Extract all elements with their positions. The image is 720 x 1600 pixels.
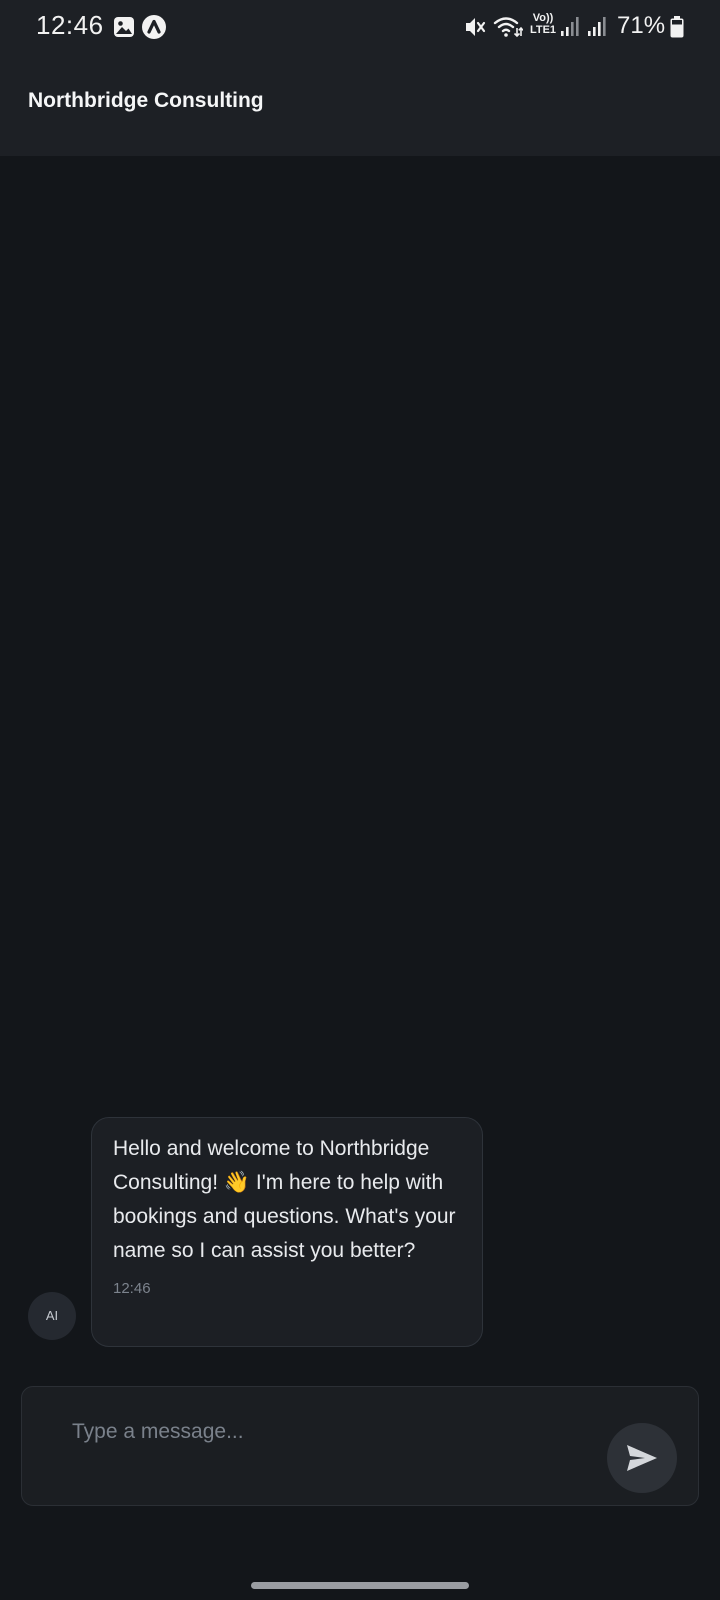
ai-avatar: AI xyxy=(28,1292,76,1340)
message-timestamp: 12:46 xyxy=(113,1280,151,1297)
home-indicator[interactable] xyxy=(251,1582,469,1589)
app-badge-icon xyxy=(142,15,166,39)
message-composer xyxy=(21,1386,699,1506)
message-text: Hello and welcome to Northbridge Consult… xyxy=(113,1137,456,1262)
status-bar: 12:46 Vo)) LTE1 71% xyxy=(0,0,720,54)
send-button[interactable] xyxy=(607,1423,677,1493)
battery-icon xyxy=(670,16,684,38)
app-header: Northbridge Consulting xyxy=(0,54,720,156)
network-label: Vo)) LTE1 xyxy=(528,12,558,36)
wifi-icon xyxy=(493,17,523,38)
mute-icon xyxy=(466,18,486,36)
status-time: 12:46 xyxy=(36,10,104,40)
lte-text: LTE1 xyxy=(529,24,557,36)
signal-icon xyxy=(561,17,579,36)
message-bubble: Hello and welcome to Northbridge Consult… xyxy=(91,1117,483,1347)
chat-screen: 12:46 Vo)) LTE1 71% Northbridge Consulti… xyxy=(0,0,720,1600)
volte-text: Vo)) xyxy=(532,12,554,24)
gallery-icon xyxy=(114,17,134,37)
message-input[interactable] xyxy=(72,1415,572,1449)
battery-percent: 71% xyxy=(617,12,666,39)
send-icon xyxy=(627,1445,657,1471)
signal-icon xyxy=(588,17,606,36)
page-title: Northbridge Consulting xyxy=(28,89,264,112)
